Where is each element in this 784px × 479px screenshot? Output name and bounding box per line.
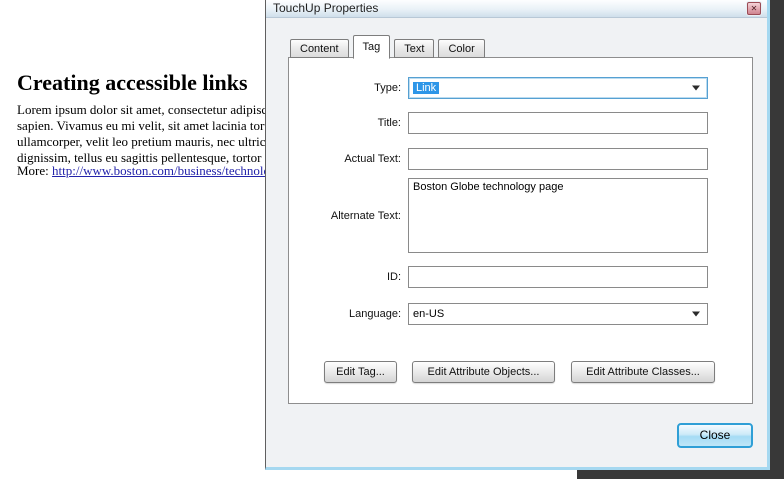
edit-attribute-classes-button[interactable]: Edit Attribute Classes... [571,361,715,383]
title-row: Title: [289,112,752,134]
language-selected-value: en-US [413,308,444,320]
close-button[interactable]: Close [677,423,753,448]
actual-text-label: Actual Text: [289,153,401,165]
more-label: More: [17,163,49,178]
tab-bar: Content Tag Text Color [290,33,489,58]
close-icon[interactable]: ✕ [747,2,761,15]
document-heading: Creating accessible links [17,70,248,96]
touchup-properties-dialog: TouchUp Properties ✕ Content Tag Text Co… [265,0,770,470]
document-paragraph: Lorem ipsum dolor sit amet, consectetur … [17,102,293,166]
type-row: Type: Link [289,77,752,99]
document-hyperlink[interactable]: http://www.boston.com/business/technolog… [52,163,287,178]
type-selected-value: Link [413,82,439,94]
actual-text-row: Actual Text: [289,148,752,170]
alternate-text-label: Alternate Text: [289,210,401,222]
title-label: Title: [289,117,401,129]
alternate-text-row: Alternate Text: Boston Globe technology … [289,178,752,253]
id-field[interactable] [408,266,708,288]
tab-color[interactable]: Color [438,39,484,58]
title-field[interactable] [408,112,708,134]
tab-content[interactable]: Content [290,39,349,58]
id-label: ID: [289,271,401,283]
language-dropdown[interactable]: en-US [408,303,708,325]
chevron-down-icon[interactable] [692,86,700,91]
id-row: ID: [289,266,752,288]
tab-text[interactable]: Text [394,39,434,58]
edit-attribute-objects-button[interactable]: Edit Attribute Objects... [412,361,555,383]
tag-tab-panel: Type: Link Title: Actual Text: Alternate… [288,57,753,404]
alternate-text-field[interactable]: Boston Globe technology page [408,178,708,253]
document-more-line: More: http://www.boston.com/business/tec… [17,163,287,179]
dialog-title: TouchUp Properties [273,1,378,15]
language-label: Language: [289,308,401,320]
type-dropdown[interactable]: Link [408,77,708,99]
edit-buttons-row: Edit Tag... Edit Attribute Objects... Ed… [289,361,752,383]
paragraph-line: ullamcorper, velit leo pretium mauris, n… [17,134,293,150]
language-row: Language: en-US [289,303,752,325]
dialog-titlebar[interactable]: TouchUp Properties ✕ [266,0,767,18]
tab-tag[interactable]: Tag [353,35,391,59]
app-background: { "document": { "heading": "Creating acc… [0,0,784,479]
paragraph-line: Lorem ipsum dolor sit amet, consectetur … [17,102,293,118]
type-label: Type: [289,82,401,94]
paragraph-line: sapien. Vivamus eu mi velit, sit amet la… [17,118,293,134]
actual-text-field[interactable] [408,148,708,170]
chevron-down-icon[interactable] [692,312,700,317]
edit-tag-button[interactable]: Edit Tag... [324,361,397,383]
